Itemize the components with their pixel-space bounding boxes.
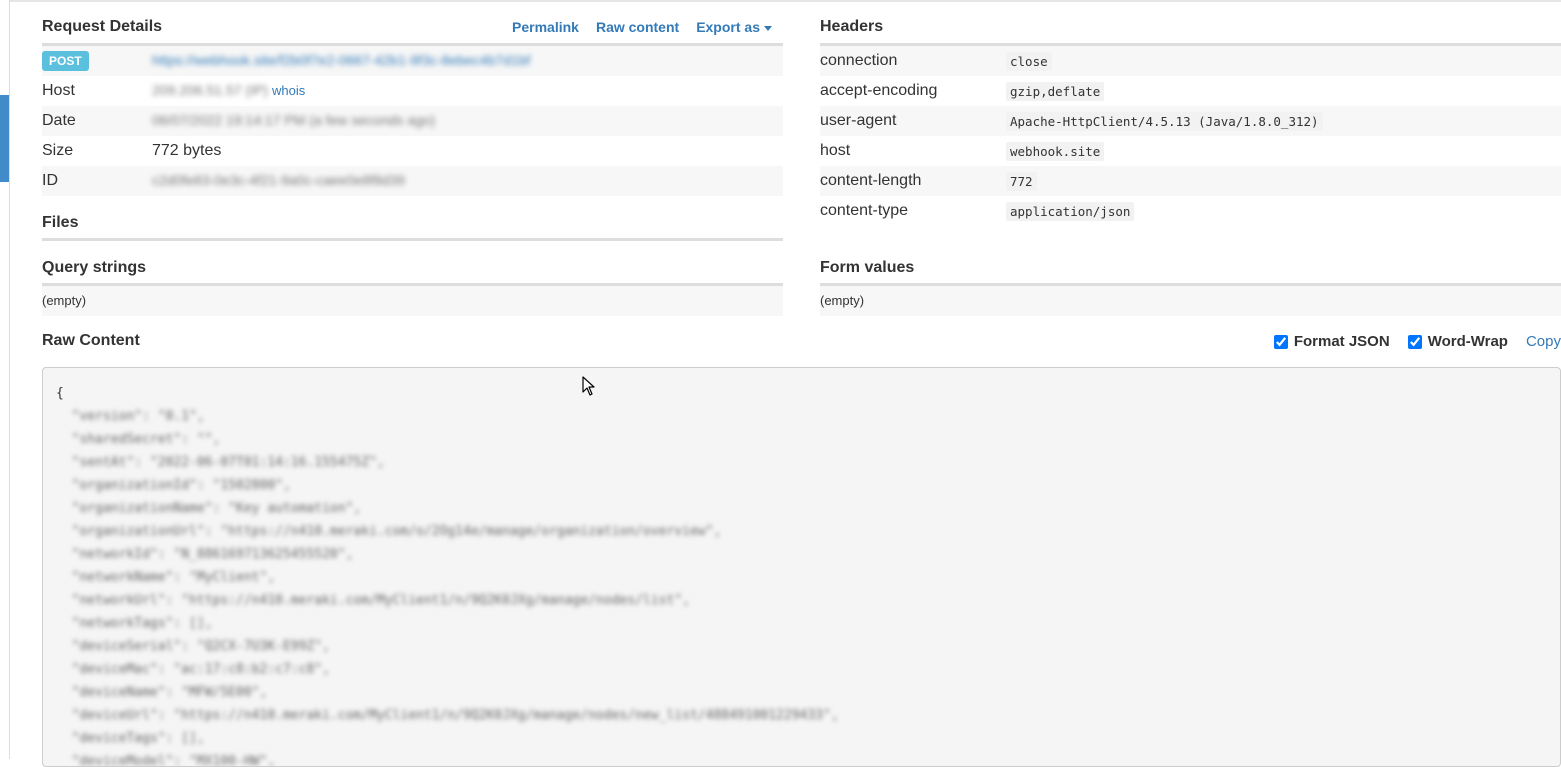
table-row: Date 06/07/2022 19:14:17 PM (a few secon… — [42, 106, 783, 136]
table-row: POST https://webhook.site/f2b0f7e2-0667-… — [42, 46, 783, 76]
header-value: 772 — [1006, 171, 1037, 191]
raw-content-line: "deviceName": "MFW/5E00", — [56, 685, 268, 700]
raw-content-line: { — [56, 386, 64, 401]
headers-title: Headers — [820, 18, 884, 35]
raw-content-title: Raw Content — [42, 332, 140, 349]
request-url-link[interactable]: https://webhook.site/f2b0f7e2-0667-42b1-… — [152, 52, 530, 68]
raw-content-line: "deviceSerial": "Q2CX-7U3K-E99Z", — [56, 639, 330, 654]
header-name: content-type — [820, 202, 909, 219]
header-row: content-type application/json — [820, 196, 1561, 226]
raw-content-line: "organizationName": "Key automation", — [56, 501, 362, 516]
form-values-title: Form values — [820, 259, 915, 276]
raw-content-line: "sentAt": "2022-06-07T01:14:16.155475Z", — [56, 455, 385, 470]
host-label: Host — [42, 82, 75, 99]
caret-down-icon — [764, 25, 772, 31]
request-details-title: Request Details — [42, 18, 163, 35]
raw-content-options: Format JSON Word-Wrap Copy — [1273, 333, 1561, 350]
id-label: ID — [42, 166, 152, 196]
form-values-empty: (empty) — [820, 286, 1561, 316]
size-label: Size — [42, 142, 74, 159]
raw-content-line: "version": "0.1", — [56, 409, 205, 424]
raw-content-line: "organizationId": "1502800", — [56, 478, 291, 493]
raw-content-line: "deviceTags": [], — [56, 731, 205, 746]
header-value: application/json — [1006, 201, 1135, 221]
host-value: 209.206.51.57 (IP) — [152, 82, 268, 98]
header-row: user-agent Apache-HttpClient/4.5.13 (Java… — [820, 106, 1561, 136]
header-row: accept-encoding gzip,deflate — [820, 76, 1561, 106]
method-badge: POST — [42, 51, 89, 71]
header-name: accept-encoding — [820, 82, 938, 99]
files-divider — [42, 238, 783, 241]
request-details-table: POST https://webhook.site/f2b0f7e2-0667-… — [42, 46, 783, 196]
raw-content-line: "networkId": "N_886169713625455520", — [56, 547, 354, 562]
raw-content-line: "deviceUrl": "https://n410.meraki.com/My… — [56, 708, 839, 723]
table-row: Size 772 bytes — [42, 136, 783, 166]
table-row: Host 209.206.51.57 (IP) whois — [42, 76, 783, 106]
word-wrap-checkbox[interactable] — [1407, 334, 1422, 349]
raw-content-line: "deviceMac": "ac:17:c8:b2:c7:c8", — [56, 662, 330, 677]
raw-content-link[interactable]: Raw content — [596, 19, 679, 35]
copy-link[interactable]: Copy — [1526, 333, 1561, 350]
raw-content-line: "sharedSecret": "", — [56, 432, 221, 447]
header-name: user-agent — [820, 106, 1006, 136]
whois-link[interactable]: whois — [272, 83, 305, 98]
export-as-label: Export as — [696, 19, 760, 35]
permalink-link[interactable]: Permalink — [512, 19, 579, 35]
raw-content-box[interactable]: { "version": "0.1", "sharedSecret": "", … — [42, 367, 1561, 767]
sidebar-selection-indicator — [0, 95, 9, 182]
format-json-toggle[interactable]: Format JSON — [1273, 333, 1390, 350]
header-value: close — [1006, 51, 1052, 71]
request-toolbar: Permalink Raw content Export as — [512, 19, 772, 35]
mouse-cursor-icon — [582, 376, 595, 396]
query-strings-title: Query strings — [42, 259, 147, 276]
raw-content-line: "networkTags": [], — [56, 616, 213, 631]
word-wrap-label: Word-Wrap — [1427, 333, 1508, 350]
raw-content-line: "organizationUrl": "https://n410.meraki.… — [56, 524, 722, 539]
raw-content-line: "networkName": "MyClient", — [56, 570, 276, 585]
left-border — [9, 0, 10, 759]
top-border — [9, 0, 1561, 2]
date-value: 06/07/2022 19:14:17 PM (a few seconds ag… — [152, 112, 436, 128]
id-value: c2d0fe83-0e3c-4f21-9a0c-caee0e8f8d39 — [152, 172, 405, 188]
header-value: Apache-HttpClient/4.5.13 (Java/1.8.0_312… — [1006, 111, 1323, 131]
header-value: webhook.site — [1006, 141, 1105, 161]
table-row: ID c2d0fe83-0e3c-4f21-9a0c-caee0e8f8d39 — [42, 166, 783, 196]
header-row: content-length 772 — [820, 166, 1561, 196]
size-value: 772 bytes — [152, 142, 222, 159]
header-row: connection close — [820, 46, 1561, 76]
header-name: connection — [820, 46, 1006, 76]
headers-table: connection close accept-encoding gzip,defla… — [820, 46, 1561, 226]
export-as-dropdown[interactable]: Export as — [696, 19, 772, 35]
header-value: gzip,deflate — [1006, 81, 1105, 101]
header-name: host — [820, 142, 851, 159]
query-strings-empty: (empty) — [42, 286, 783, 316]
word-wrap-toggle[interactable]: Word-Wrap — [1407, 333, 1508, 350]
format-json-label: Format JSON — [1293, 333, 1390, 350]
files-title: Files — [42, 214, 79, 231]
header-name: content-length — [820, 166, 1006, 196]
date-label: Date — [42, 106, 152, 136]
raw-content-line: "networkUrl": "https://n410.meraki.com/M… — [56, 593, 690, 608]
format-json-checkbox[interactable] — [1273, 334, 1288, 349]
header-row: host webhook.site — [820, 136, 1561, 166]
